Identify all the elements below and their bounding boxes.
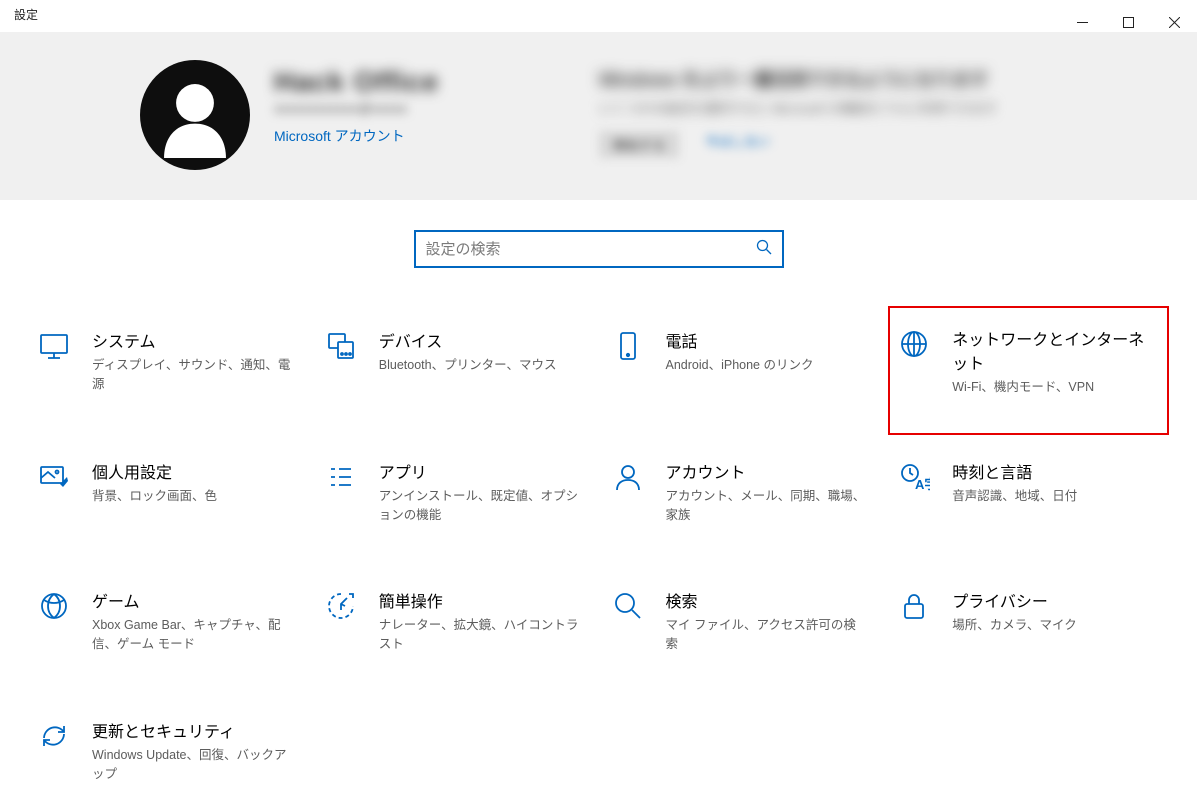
header-promo: Windows をより一層活用できるようになります いくつかの設定を選択すると … [599, 60, 997, 200]
tile-gaming[interactable]: ゲーム Xbox Game Bar、キャプチャ、配信、ゲーム モード [30, 584, 307, 658]
tile-apps[interactable]: アプリ アンインストール、既定値、オプションの機能 [317, 455, 594, 529]
devices-icon [323, 328, 359, 364]
tile-phone[interactable]: 電話 Android、iPhone のリンク [604, 324, 881, 399]
tile-title: デバイス [379, 328, 580, 352]
svg-text:A字: A字 [915, 477, 930, 492]
tile-privacy[interactable]: プライバシー 場所、カメラ、マイク [890, 584, 1167, 658]
tile-desc: ナレーター、拡大鏡、ハイコントラスト [379, 616, 580, 654]
microsoft-account-link[interactable]: Microsoft アカウント [274, 126, 405, 146]
tile-title: プライバシー [952, 588, 1153, 612]
tile-desc: Bluetooth、プリンター、マウス [379, 356, 580, 375]
tile-desc: アカウント、メール、同期、職場、家族 [666, 487, 867, 525]
tile-devices[interactable]: デバイス Bluetooth、プリンター、マウス [317, 324, 594, 399]
tile-personalization[interactable]: 個人用設定 背景、ロック画面、色 [30, 455, 307, 529]
avatar [140, 60, 250, 170]
tile-desc: Android、iPhone のリンク [666, 356, 867, 375]
tile-title: 時刻と言語 [952, 459, 1153, 483]
tile-ease-of-access[interactable]: 簡単操作 ナレーター、拡大鏡、ハイコントラスト [317, 584, 594, 658]
search-input[interactable] [426, 241, 756, 258]
tile-system[interactable]: システム ディスプレイ、サウンド、通知、電源 [30, 324, 307, 399]
tile-desc: 音声認識、地域、日付 [952, 487, 1153, 506]
tile-update-security[interactable]: 更新とセキュリティ Windows Update、回復、バックアップ [30, 714, 307, 788]
promo-button-blurred[interactable]: 開始する [599, 131, 679, 158]
settings-grid: システム ディスプレイ、サウンド、通知、電源 デバイス Bluetooth、プリ… [30, 324, 1167, 787]
tile-title: ネットワークとインターネット [952, 326, 1153, 374]
tile-desc: マイ ファイル、アクセス許可の検索 [666, 616, 867, 654]
tile-time-language[interactable]: A字 時刻と言語 音声認識、地域、日付 [890, 455, 1167, 529]
tile-title: 電話 [666, 328, 867, 352]
promo-title-blurred: Windows をより一層活用できるようになります [599, 66, 997, 92]
time-language-icon: A字 [896, 459, 932, 495]
phone-icon [610, 328, 646, 364]
window-title: 設定 [14, 6, 38, 23]
apps-icon [323, 459, 359, 495]
titlebar: 設定 [0, 0, 1197, 32]
accounts-icon [610, 459, 646, 495]
tile-desc: 背景、ロック画面、色 [92, 487, 293, 506]
tile-desc: 場所、カメラ、マイク [952, 616, 1153, 635]
gaming-icon [36, 588, 72, 624]
ease-of-access-icon [323, 588, 359, 624]
tile-title: 検索 [666, 588, 867, 612]
system-icon [36, 328, 72, 364]
tile-title: アプリ [379, 459, 580, 483]
update-icon [36, 718, 72, 754]
personalization-icon [36, 459, 72, 495]
tile-title: 個人用設定 [92, 459, 293, 483]
tile-accounts[interactable]: アカウント アカウント、メール、同期、職場、家族 [604, 455, 881, 529]
search-icon [756, 239, 772, 260]
user-info: Hack Office xxxxxxxxxxxx@xxxxx Microsoft… [274, 60, 439, 200]
tile-title: 更新とセキュリティ [92, 718, 293, 742]
tile-desc: Windows Update、回復、バックアップ [92, 746, 293, 784]
main-content: システム ディスプレイ、サウンド、通知、電源 デバイス Bluetooth、プリ… [0, 200, 1197, 787]
tile-title: システム [92, 328, 293, 352]
tile-network[interactable]: ネットワークとインターネット Wi-Fi、機内モード、VPN [888, 306, 1169, 435]
tile-title: 簡単操作 [379, 588, 580, 612]
username-blurred: Hack Office [274, 66, 439, 98]
tile-desc: Xbox Game Bar、キャプチャ、配信、ゲーム モード [92, 616, 293, 654]
tile-search[interactable]: 検索 マイ ファイル、アクセス許可の検索 [604, 584, 881, 658]
globe-icon [896, 326, 932, 362]
search-box[interactable] [414, 230, 784, 268]
tile-desc: ディスプレイ、サウンド、通知、電源 [92, 356, 293, 394]
promo-subtitle-blurred: いくつかの設定を選択すると Microsoft の機能をフルに利用できます [599, 98, 997, 117]
search-container [30, 230, 1167, 268]
tile-title: アカウント [666, 459, 867, 483]
email-blurred: xxxxxxxxxxxx@xxxxx [274, 100, 439, 116]
promo-link-blurred[interactable]: 今はしない [705, 131, 770, 158]
search-category-icon [610, 588, 646, 624]
privacy-icon [896, 588, 932, 624]
account-header: Hack Office xxxxxxxxxxxx@xxxxx Microsoft… [0, 32, 1197, 200]
tile-title: ゲーム [92, 588, 293, 612]
tile-desc: Wi-Fi、機内モード、VPN [952, 378, 1153, 397]
tile-desc: アンインストール、既定値、オプションの機能 [379, 487, 580, 525]
